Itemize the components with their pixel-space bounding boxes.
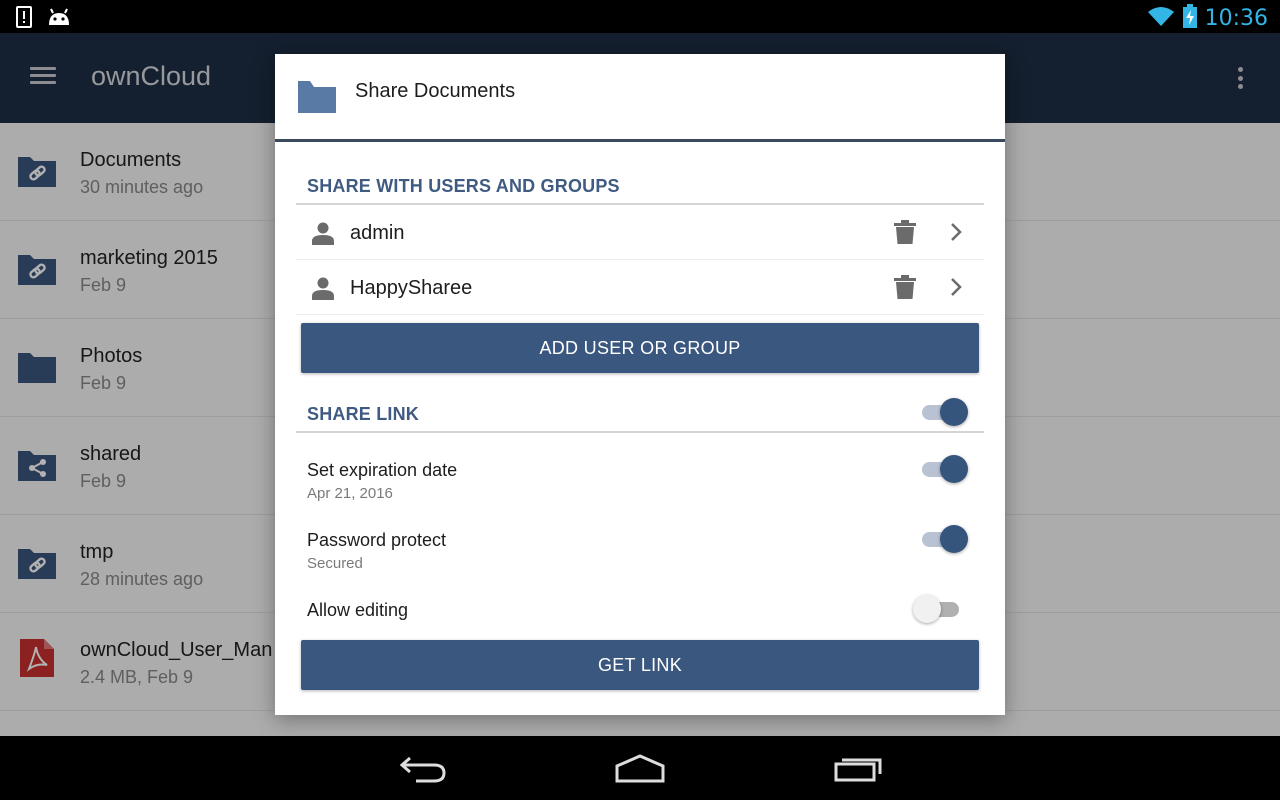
allow-editing-toggle[interactable] bbox=[913, 594, 961, 624]
password-protect-toggle[interactable] bbox=[920, 524, 968, 554]
add-user-or-group-button[interactable]: ADD USER OR GROUP bbox=[301, 323, 979, 373]
navigation-bar bbox=[0, 736, 1280, 800]
share-name: admin bbox=[350, 222, 405, 244]
person-icon bbox=[311, 221, 335, 245]
get-link-button[interactable]: GET LINK bbox=[301, 640, 979, 690]
alert-icon bbox=[16, 6, 32, 33]
expiration-date-label: Set expiration date bbox=[307, 460, 458, 480]
chevron-right-icon[interactable] bbox=[948, 222, 964, 242]
trash-icon[interactable] bbox=[894, 275, 916, 299]
person-icon bbox=[311, 276, 335, 300]
share-row[interactable]: admin bbox=[296, 205, 984, 260]
folder-icon bbox=[298, 79, 336, 113]
chevron-right-icon[interactable] bbox=[948, 277, 964, 297]
wifi-icon bbox=[1147, 5, 1175, 32]
trash-icon[interactable] bbox=[894, 220, 916, 244]
dialog-title: Share Documents bbox=[355, 80, 516, 102]
section-divider bbox=[296, 431, 984, 433]
password-protect-value: Secured bbox=[307, 555, 363, 572]
android-icon bbox=[46, 7, 72, 32]
recents-icon[interactable] bbox=[832, 752, 884, 786]
expiration-date-value: Apr 21, 2016 bbox=[307, 485, 393, 502]
password-protect-label: Password protect bbox=[307, 530, 447, 550]
share-link-toggle[interactable] bbox=[920, 397, 968, 427]
share-dialog: Share Documents SHARE WITH USERS AND GRO… bbox=[275, 54, 1005, 715]
back-icon[interactable] bbox=[398, 752, 450, 786]
allow-editing-label: Allow editing bbox=[307, 600, 409, 620]
share-name: HappySharee bbox=[350, 277, 473, 299]
status-time: 10:36 bbox=[1204, 6, 1268, 31]
dialog-header: Share Documents bbox=[275, 54, 1005, 142]
home-icon[interactable] bbox=[614, 752, 666, 786]
status-bar: 10:36 bbox=[0, 0, 1280, 33]
share-row[interactable]: HappySharee bbox=[296, 260, 984, 315]
expiration-date-toggle[interactable] bbox=[920, 454, 968, 484]
battery-charging-icon bbox=[1182, 4, 1197, 33]
share-users-heading: SHARE WITH USERS AND GROUPS bbox=[307, 176, 620, 196]
share-link-heading: SHARE LINK bbox=[307, 404, 420, 424]
